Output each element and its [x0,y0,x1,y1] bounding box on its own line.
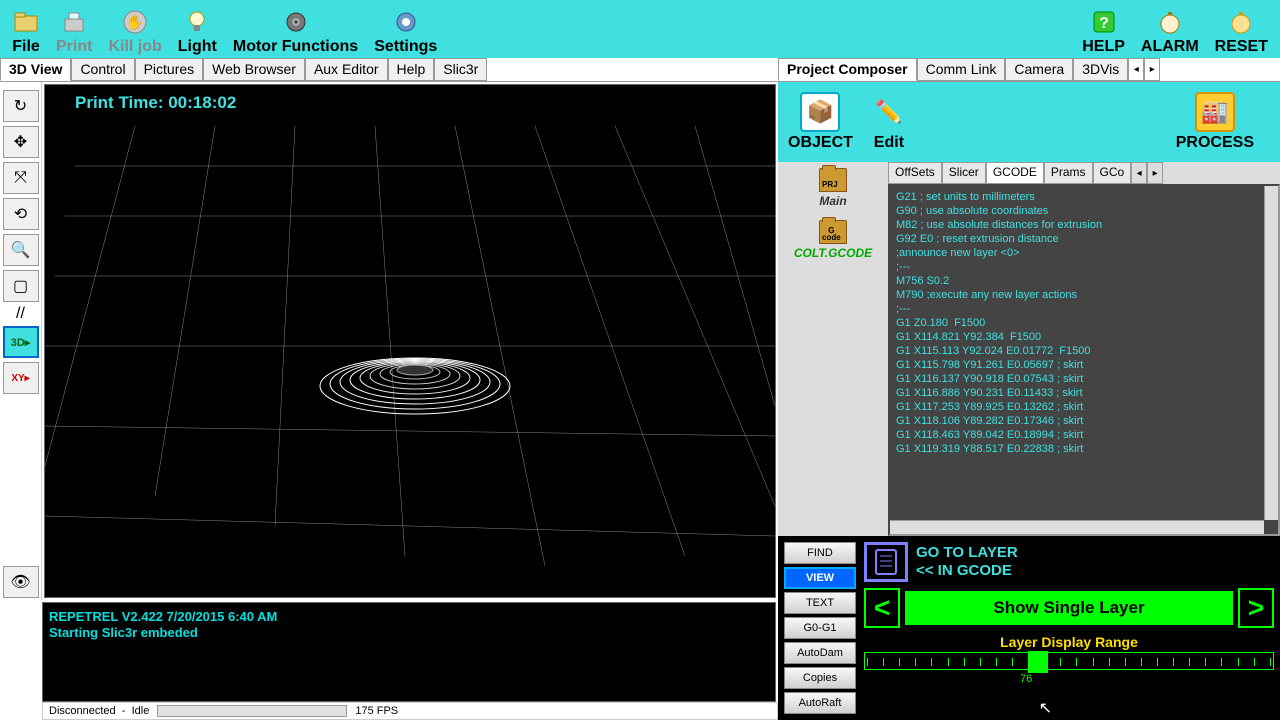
composer-sub-tabs: OffSets Slicer GCODE Prams GCo ◂ ▸ [888,162,1280,184]
vertical-scrollbar[interactable] [1264,186,1278,520]
console-output: REPETREL V2.422 7/20/2015 6:40 AM Starti… [42,602,776,702]
layer-range-slider[interactable]: 76 [864,652,1274,670]
horizontal-scrollbar[interactable] [890,520,1264,534]
light-button[interactable]: Light [170,6,225,58]
layer-btn-autodam[interactable]: AutoDam [784,642,856,664]
goto-layer-button[interactable]: GO TO LAYER << IN GCODE [864,542,1274,582]
tab-scroll-right[interactable]: ▸ [1144,58,1160,81]
status-bar: Disconnected - Idle 175 FPS [42,702,778,720]
help-button[interactable]: ? HELP [1074,6,1133,58]
subtab-scroll-left[interactable]: ◂ [1131,162,1147,184]
tab-pictures[interactable]: Pictures [135,58,204,81]
next-layer-button[interactable]: > [1238,588,1274,628]
alarm-icon [1156,8,1184,36]
subtab-offsets[interactable]: OffSets [888,162,942,184]
layer-button-column: FIND VIEW TEXT G0-G1 AutoDam Copies AutoRaft [784,542,856,714]
folder-icon [12,8,40,36]
edit-button[interactable]: ✏️ Edit [869,92,909,152]
document-icon [864,542,908,582]
process-button[interactable]: 🏭 PROCESS [1176,92,1254,152]
svg-text:✋: ✋ [126,14,143,30]
slider-thumb[interactable] [1028,651,1048,673]
tab-help[interactable]: Help [388,58,435,81]
gcode-viewer[interactable]: G21 ; set units to millimeters G90 ; use… [888,184,1280,536]
layer-btn-autoraft[interactable]: AutoRaft [784,692,856,714]
tab-aux-editor[interactable]: Aux Editor [305,58,388,81]
prev-layer-button[interactable]: < [864,588,900,628]
tree-main[interactable]: PRJ Main [784,168,882,208]
rotate-tool[interactable]: ⟲ [3,198,39,230]
file-menu[interactable]: File [4,6,48,58]
right-tab-row: Project Composer Comm Link Camera 3DVis … [778,58,1280,82]
3d-viewport[interactable]: Print Time: 00:18:02 [44,84,776,598]
tab-scroll-left[interactable]: ◂ [1128,58,1144,81]
motor-icon [282,8,310,36]
tab-3d-view[interactable]: 3D View [0,58,71,81]
factory-icon: 🏭 [1195,92,1235,132]
left-tab-row: 3D View Control Pictures Web Browser Aux… [0,58,778,82]
tab-comm-link[interactable]: Comm Link [917,58,1006,81]
progress-bar [157,705,347,717]
tab-slic3r[interactable]: Slic3r [434,58,487,81]
project-tree: PRJ Main G code COLT.GCODE [778,162,888,536]
layer-controls-panel: FIND VIEW TEXT G0-G1 AutoDam Copies AutoRaft G… [778,536,1280,720]
folder-icon: PRJ [819,168,847,192]
move-tool[interactable]: ✥ [3,126,39,158]
gcode-text: G21 ; set units to millimeters G90 ; use… [890,186,1278,460]
layer-btn-find[interactable]: FIND [784,542,856,564]
tab-web-browser[interactable]: Web Browser [203,58,305,81]
hand-stop-icon: ✋ [121,8,149,36]
range-label: Layer Display Range [864,634,1274,650]
gear-icon [392,8,420,36]
grid-overlay [45,85,775,597]
xy-view-tool[interactable]: XY▸ [3,362,39,394]
subtab-scroll-right[interactable]: ▸ [1147,162,1163,184]
slider-value: 76 [1020,673,1032,685]
3d-view-tool[interactable]: 3D▸ [3,326,39,358]
object-button[interactable]: 📦 OBJECT [788,92,853,152]
composer-toolbar: 📦 OBJECT ✏️ Edit 🏭 PROCESS [778,82,1280,162]
object-icon: 📦 [800,92,840,132]
settings-button[interactable]: Settings [366,6,445,58]
model-preview [320,358,510,414]
kill-job-button[interactable]: ✋ Kill job [100,6,169,58]
tab-3dvis[interactable]: 3DVis [1073,58,1128,81]
tab-camera[interactable]: Camera [1005,58,1073,81]
tab-project-composer[interactable]: Project Composer [778,58,917,81]
subtab-gco[interactable]: GCo [1093,162,1132,184]
layer-btn-copies[interactable]: Copies [784,667,856,689]
refresh-tool[interactable]: ↻ [3,90,39,122]
tab-control[interactable]: Control [71,58,134,81]
box-tool[interactable]: ▢ [3,270,39,302]
main-toolbar: File Print ✋ Kill job Light Motor Functi… [0,0,1280,58]
subtab-prams[interactable]: Prams [1044,162,1093,184]
pan-tool[interactable]: ⤧ [3,162,39,194]
tree-gcode-file[interactable]: G code COLT.GCODE [784,220,882,260]
separator: // [3,306,39,322]
print-icon [60,8,88,36]
reset-button[interactable]: RESET [1207,6,1276,58]
reset-icon [1227,8,1255,36]
zoom-tool[interactable]: 🔍 [3,234,39,266]
layer-btn-text[interactable]: TEXT [784,592,856,614]
show-single-layer-button[interactable]: Show Single Layer [904,590,1234,626]
subtab-slicer[interactable]: Slicer [942,162,986,184]
folder-icon: G code [819,220,847,244]
svg-text:?: ? [1099,15,1109,32]
print-button[interactable]: Print [48,6,100,58]
viewer-tool-column: ↻ ✥ ⤧ ⟲ 🔍 ▢ // 3D▸ XY▸ 👁 [0,82,42,600]
motor-functions-button[interactable]: Motor Functions [225,6,366,58]
bulb-icon [183,8,211,36]
subtab-gcode[interactable]: GCODE [986,162,1044,184]
alarm-button[interactable]: ALARM [1133,6,1207,58]
pencil-icon: ✏️ [869,92,909,132]
help-icon: ? [1090,8,1118,36]
visibility-tool[interactable]: 👁 [3,566,39,598]
layer-btn-view[interactable]: VIEW [784,567,856,589]
layer-btn-g0-g1[interactable]: G0-G1 [784,617,856,639]
